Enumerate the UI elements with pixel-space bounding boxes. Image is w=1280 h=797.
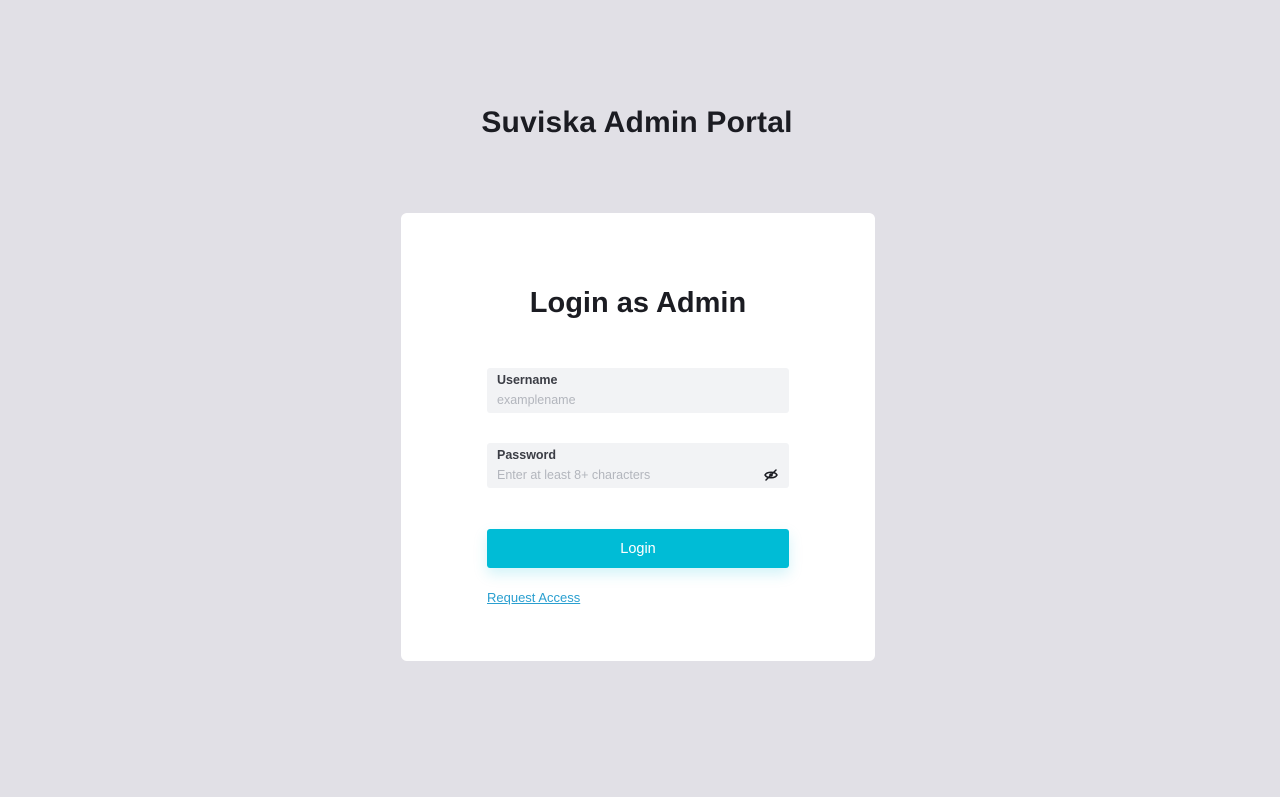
username-label: Username: [497, 373, 558, 387]
login-page: Suviska Admin Portal Login as Admin User…: [0, 0, 1280, 797]
password-field[interactable]: Password: [487, 443, 789, 488]
request-access-link[interactable]: Request Access: [487, 590, 580, 605]
login-card-title: Login as Admin: [529, 287, 747, 319]
username-input[interactable]: [497, 392, 747, 408]
portal-title: Suviska Admin Portal: [481, 106, 793, 139]
username-field[interactable]: Username: [487, 368, 789, 413]
login-button[interactable]: Login: [487, 529, 789, 568]
password-label: Password: [497, 448, 557, 462]
eye-slash-icon[interactable]: [763, 468, 779, 482]
password-input[interactable]: [497, 467, 747, 483]
login-card: Login as Admin Username Password Login R…: [401, 213, 875, 661]
